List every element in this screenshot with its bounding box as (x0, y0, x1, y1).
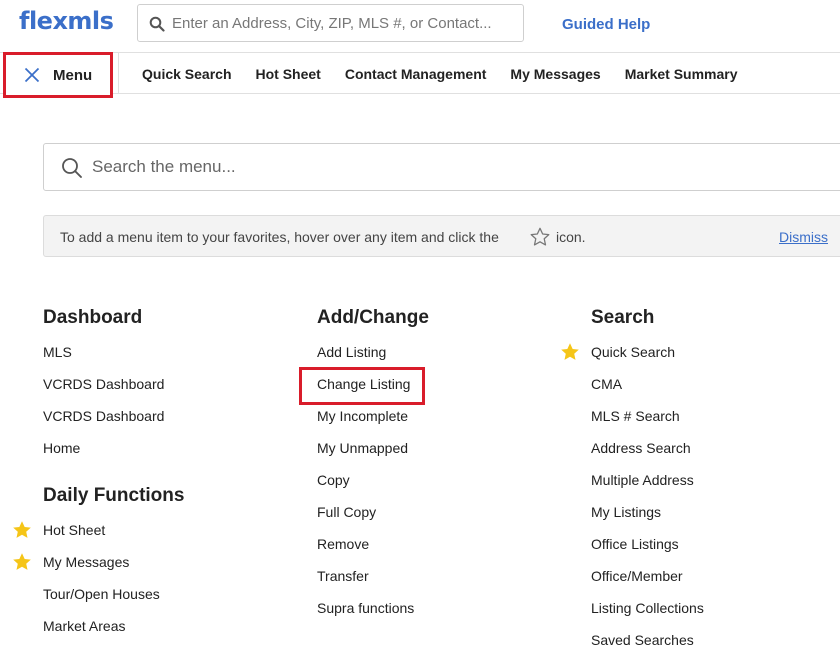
menu-item-my-messages[interactable]: My Messages (13, 546, 184, 578)
section-title-search: Search (591, 307, 655, 328)
menu-item-office-listings[interactable]: Office Listings (591, 528, 704, 560)
menu-item-quick-search[interactable]: Quick Search (561, 336, 704, 368)
section-title-dashboard: Dashboard (43, 307, 143, 328)
search-icon (62, 158, 82, 178)
section-title-add-change: Add/Change (317, 307, 429, 328)
menu-item-saved-searches[interactable]: Saved Searches (591, 624, 704, 656)
main-nav: Quick Search Hot Sheet Contact Managemen… (0, 52, 840, 94)
menu-item-home[interactable]: Home (43, 432, 184, 464)
section-title-daily-functions: Daily Functions (43, 485, 185, 506)
menu-item-my-unmapped[interactable]: My Unmapped (317, 432, 429, 464)
nav-my-messages[interactable]: My Messages (510, 66, 600, 82)
flexmls-logo[interactable]: flexmls (19, 7, 114, 35)
close-icon (24, 67, 40, 83)
menu-item-copy[interactable]: Copy (317, 464, 429, 496)
search-icon (149, 16, 165, 32)
nav-market-summary[interactable]: Market Summary (625, 66, 738, 82)
menu-search-input[interactable] (92, 144, 792, 190)
menu-item-label: Quick Search (591, 344, 676, 360)
nav-hot-sheet[interactable]: Hot Sheet (256, 66, 321, 82)
global-search-input[interactable] (172, 5, 512, 41)
favorites-info-banner: To add a menu item to your favorites, ho… (43, 215, 840, 257)
star-outline-icon (530, 227, 550, 246)
global-search-box[interactable] (137, 4, 524, 42)
menu-item-multiple-address[interactable]: Multiple Address (591, 464, 704, 496)
menu-item-full-copy[interactable]: Full Copy (317, 496, 429, 528)
menu-item-my-listings[interactable]: My Listings (591, 496, 704, 528)
menu-item-cma[interactable]: CMA (591, 368, 704, 400)
guided-help-link[interactable]: Guided Help (562, 16, 650, 33)
menu-label: Menu (53, 66, 93, 84)
menu-item-supra-functions[interactable]: Supra functions (317, 592, 429, 624)
menu-item-hot-sheet[interactable]: Hot Sheet (13, 514, 184, 546)
column-dashboard: Dashboard MLS VCRDS Dashboard VCRDS Dash… (13, 306, 185, 642)
favorite-star-icon[interactable] (559, 341, 581, 363)
change-listing-highlight (299, 367, 425, 405)
menu-toggle-button[interactable]: Menu (3, 52, 113, 98)
menu-item-label: My Messages (43, 554, 130, 570)
column-add-change: Add/Change Add Listing Change Listing My… (317, 306, 429, 624)
menu-item-office-member[interactable]: Office/Member (591, 560, 704, 592)
menu-item-address-search[interactable]: Address Search (591, 432, 704, 464)
nav-quick-search[interactable]: Quick Search (142, 66, 232, 82)
nav-contact-management[interactable]: Contact Management (345, 66, 487, 82)
column-search: Search Quick Search CMA MLS # Search Add… (561, 306, 704, 656)
top-bar: flexmls Guided Help (0, 0, 840, 52)
banner-text: To add a menu item to your favorites, ho… (60, 229, 499, 245)
menu-item-mls-number-search[interactable]: MLS # Search (591, 400, 704, 432)
menu-item-remove[interactable]: Remove (317, 528, 429, 560)
menu-item-add-listing[interactable]: Add Listing (317, 336, 429, 368)
menu-search-box[interactable] (43, 143, 840, 191)
favorite-star-icon[interactable] (11, 519, 33, 541)
banner-text-end: icon. (556, 229, 586, 245)
menu-item-transfer[interactable]: Transfer (317, 560, 429, 592)
menu-item-vcrds-dashboard[interactable]: VCRDS Dashboard (43, 368, 184, 400)
nav-divider (118, 53, 119, 93)
menu-item-vcrds-dashboard-2[interactable]: VCRDS Dashboard (43, 400, 184, 432)
favorite-star-icon[interactable] (11, 551, 33, 573)
menu-item-mls[interactable]: MLS (43, 336, 184, 368)
menu-item-listing-collections[interactable]: Listing Collections (591, 592, 704, 624)
menu-item-label: Hot Sheet (43, 522, 106, 538)
dismiss-link[interactable]: Dismiss (779, 229, 828, 245)
nav-links: Quick Search Hot Sheet Contact Managemen… (142, 66, 762, 82)
menu-item-market-areas[interactable]: Market Areas (43, 610, 184, 642)
menu-item-tour-open-houses[interactable]: Tour/Open Houses (43, 578, 184, 610)
